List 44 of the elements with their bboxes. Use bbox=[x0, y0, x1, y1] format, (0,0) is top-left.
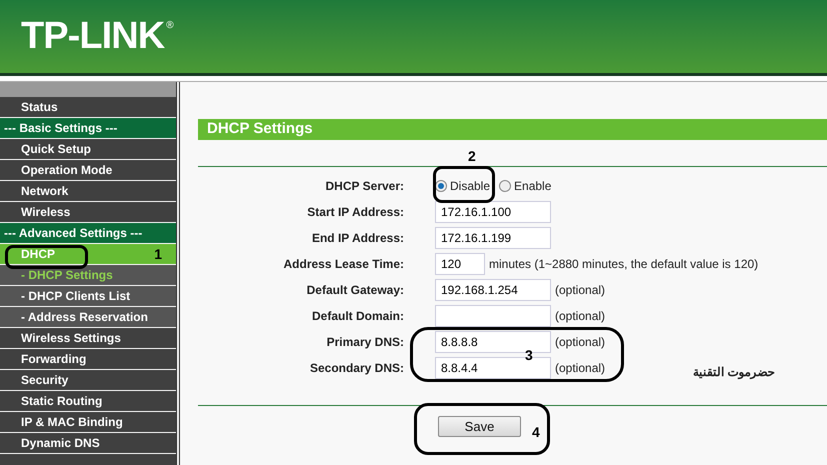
radio-label: Enable bbox=[514, 178, 552, 195]
field-label: Secondary DNS: bbox=[308, 360, 405, 377]
field-note: (optional) bbox=[555, 360, 606, 377]
input-field[interactable]: 192.168.1.254 bbox=[435, 279, 551, 301]
caption-text: حضرموت التقنية bbox=[693, 364, 774, 381]
registered-mark: ® bbox=[166, 20, 174, 32]
sidebar-item[interactable]: Network bbox=[0, 181, 176, 201]
sidebar-item[interactable]: Operation Mode bbox=[0, 160, 176, 180]
sidebar-item[interactable]: Status bbox=[0, 97, 176, 117]
sidebar-item[interactable]: Dynamic DNS bbox=[0, 433, 176, 453]
annotation-number: 2 bbox=[468, 147, 476, 166]
field-label: Start IP Address: bbox=[306, 204, 405, 221]
save-button[interactable]: Save bbox=[438, 416, 521, 437]
input-field[interactable]: 120 bbox=[435, 253, 485, 275]
sidebar-item[interactable]: Quick Setup bbox=[0, 139, 176, 159]
field-note: (optional) bbox=[555, 308, 606, 325]
field-label: End IP Address: bbox=[310, 230, 405, 247]
input-field[interactable]: 172.16.1.199 bbox=[435, 227, 551, 249]
sidebar-section-header: --- Basic Settings --- bbox=[0, 118, 176, 138]
field-label: Default Domain: bbox=[310, 308, 405, 325]
panel-title-bar: DHCP Settings bbox=[198, 119, 827, 140]
sidebar-item[interactable]: - DHCP Clients List bbox=[0, 286, 176, 306]
sidebar-item[interactable]: Security bbox=[0, 370, 176, 390]
sidebar-section-header: --- Advanced Settings --- bbox=[0, 223, 176, 243]
logo: TP-LINK bbox=[21, 14, 166, 58]
input-field[interactable]: 172.16.1.100 bbox=[435, 201, 551, 223]
sidebar-item[interactable]: Forwarding bbox=[0, 349, 176, 369]
field-label: Address Lease Time: bbox=[282, 256, 405, 273]
annotation-number: 4 bbox=[532, 423, 540, 442]
sidebar-item[interactable]: Wireless Settings bbox=[0, 328, 176, 348]
sidebar-item[interactable]: Static Routing bbox=[0, 391, 176, 411]
field-label: DHCP Server: bbox=[324, 178, 405, 195]
field-label: Primary DNS: bbox=[326, 334, 405, 351]
annotation-number: 1 bbox=[154, 244, 162, 264]
field-label: Default Gateway: bbox=[306, 282, 405, 299]
sidebar-item[interactable]: DHCP 1 bbox=[0, 244, 176, 264]
field-note: (optional) bbox=[555, 282, 606, 299]
radio-label: Disable bbox=[450, 178, 490, 195]
field-note: minutes (1~2880 minutes, the default value is 120) bbox=[489, 256, 758, 273]
sidebar-item[interactable]: - DHCP Settings bbox=[0, 265, 176, 285]
sidebar-item[interactable]: - Address Reservation bbox=[0, 307, 176, 327]
sidebar-item[interactable]: Wireless bbox=[0, 202, 176, 222]
sidebar-item[interactable]: IP & MAC Binding bbox=[0, 412, 176, 432]
field-note: (optional) bbox=[555, 334, 606, 351]
